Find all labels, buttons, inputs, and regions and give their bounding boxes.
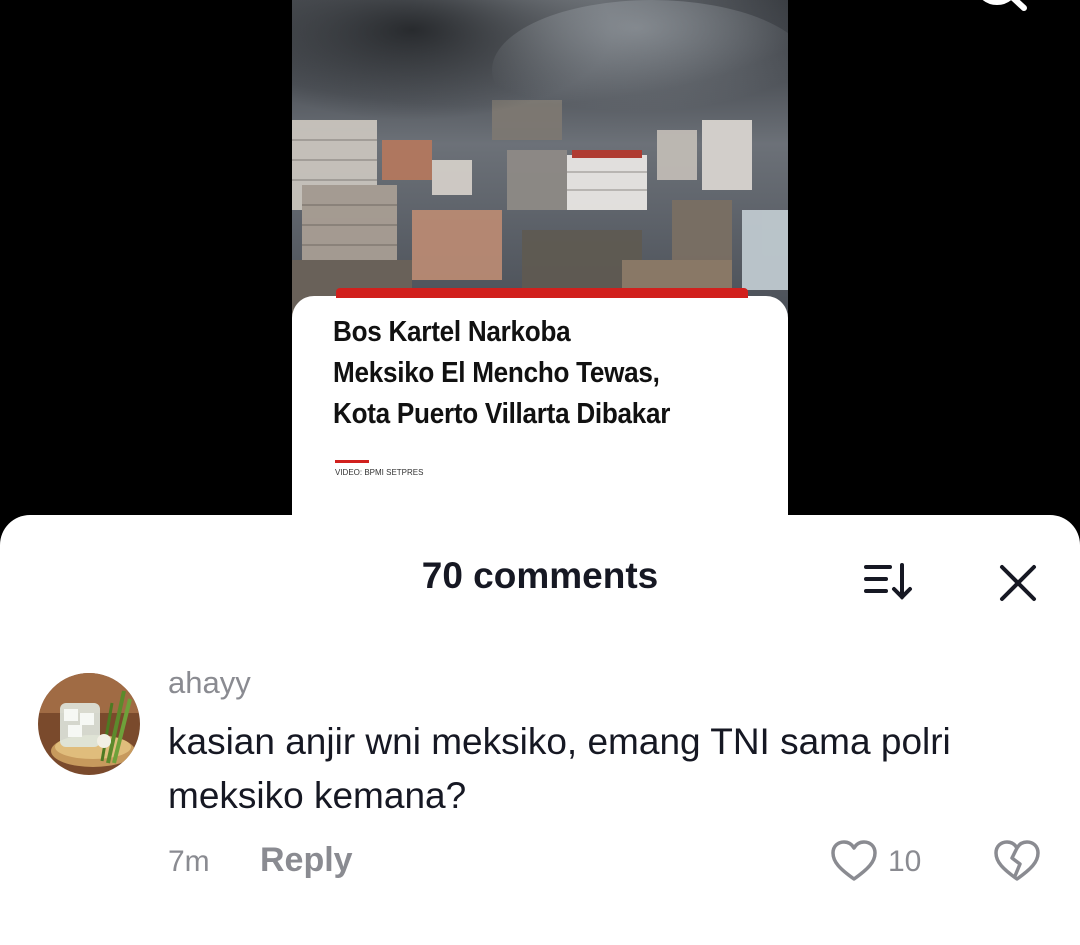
- news-headline: Bos Kartel Narkoba Meksiko El Mencho Tew…: [333, 316, 671, 430]
- heart-icon: [831, 840, 877, 881]
- credit-accent: [335, 460, 369, 463]
- comments-count-title: 70 comments: [421, 555, 659, 596]
- comments-sheet: 70 comments ahayy kasian anjir wni meksi…: [0, 515, 1080, 945]
- accent-bar: [336, 288, 748, 298]
- sort-icon: [864, 563, 912, 600]
- sort-button[interactable]: [862, 559, 916, 605]
- search-icon: [982, 0, 1027, 11]
- comment-username[interactable]: ahayy: [168, 665, 251, 701]
- avatar-image: [38, 673, 140, 775]
- dislike-button[interactable]: [992, 838, 1042, 884]
- burning-city-image: [292, 0, 788, 320]
- close-button[interactable]: [996, 561, 1040, 605]
- comment-text: kasian anjir wni meksiko, emang TNI sama…: [168, 721, 951, 816]
- reply-button[interactable]: Reply: [260, 841, 353, 880]
- video-credit: VIDEO: BPMI SETPRES: [335, 468, 424, 477]
- search-button[interactable]: [962, 0, 1032, 22]
- broken-heart-icon: [994, 840, 1040, 881]
- video-frame: Bos Kartel Narkoba Meksiko El Mencho Tew…: [292, 0, 788, 540]
- video-player[interactable]: Bos Kartel Narkoba Meksiko El Mencho Tew…: [0, 0, 1080, 540]
- like-button[interactable]: [830, 838, 878, 884]
- close-icon: [1000, 565, 1036, 601]
- news-card: Bos Kartel Narkoba Meksiko El Mencho Tew…: [292, 288, 788, 540]
- like-count: 10: [888, 845, 922, 878]
- avatar[interactable]: [38, 673, 140, 775]
- comment-time: 7m: [168, 845, 210, 878]
